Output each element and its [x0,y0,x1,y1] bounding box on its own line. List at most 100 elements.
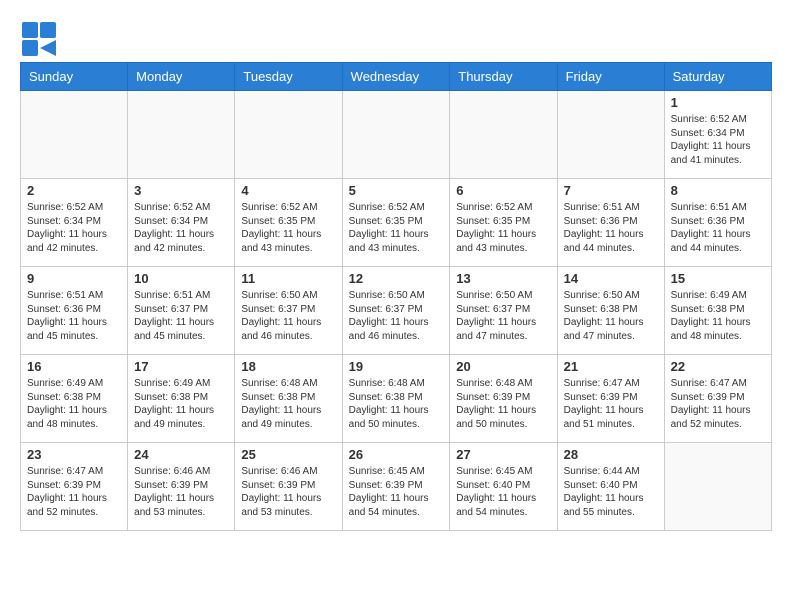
day-info: Sunrise: 6:47 AM Sunset: 6:39 PM Dayligh… [671,377,765,431]
week-row-4: 16 Sunrise: 6:49 AM Sunset: 6:38 PM Dayli… [21,355,772,443]
day-header-tuesday: Tuesday [235,63,342,91]
day-number: 9 [27,271,121,286]
week-row-5: 23 Sunrise: 6:47 AM Sunset: 6:39 PM Dayli… [21,443,772,531]
day-info: Sunrise: 6:51 AM Sunset: 6:36 PM Dayligh… [564,201,658,255]
day-info: Sunrise: 6:48 AM Sunset: 6:38 PM Dayligh… [241,377,335,431]
calendar-cell: 3 Sunrise: 6:52 AM Sunset: 6:34 PM Daylig… [128,179,235,267]
day-number: 7 [564,183,658,198]
calendar-cell: 20 Sunrise: 6:48 AM Sunset: 6:39 PM Dayli… [450,355,557,443]
day-number: 27 [456,447,550,462]
calendar-header-row: SundayMondayTuesdayWednesdayThursdayFrid… [21,63,772,91]
calendar: SundayMondayTuesdayWednesdayThursdayFrid… [20,62,772,531]
week-row-3: 9 Sunrise: 6:51 AM Sunset: 6:36 PM Daylig… [21,267,772,355]
day-number: 18 [241,359,335,374]
calendar-cell: 14 Sunrise: 6:50 AM Sunset: 6:38 PM Dayli… [557,267,664,355]
day-header-saturday: Saturday [664,63,771,91]
day-info: Sunrise: 6:47 AM Sunset: 6:39 PM Dayligh… [27,465,121,519]
calendar-cell: 1 Sunrise: 6:52 AM Sunset: 6:34 PM Daylig… [664,91,771,179]
calendar-cell: 12 Sunrise: 6:50 AM Sunset: 6:37 PM Dayli… [342,267,450,355]
calendar-cell: 4Sunrise: 6:52 AM Sunset: 6:35 PM Daylig… [235,179,342,267]
calendar-cell: 26 Sunrise: 6:45 AM Sunset: 6:39 PM Dayli… [342,443,450,531]
day-info: Sunrise: 6:49 AM Sunset: 6:38 PM Dayligh… [671,289,765,343]
day-info: Sunrise: 6:50 AM Sunset: 6:38 PM Dayligh… [564,289,658,343]
day-info: Sunrise: 6:52 AM Sunset: 6:35 PM Dayligh… [349,201,444,255]
calendar-cell: 13 Sunrise: 6:50 AM Sunset: 6:37 PM Dayli… [450,267,557,355]
calendar-cell [342,91,450,179]
day-number: 28 [564,447,658,462]
page-header [20,20,772,58]
calendar-cell: 9 Sunrise: 6:51 AM Sunset: 6:36 PM Daylig… [21,267,128,355]
calendar-cell: 5 Sunrise: 6:52 AM Sunset: 6:35 PM Daylig… [342,179,450,267]
day-number: 23 [27,447,121,462]
day-number: 11 [241,271,335,286]
day-number: 13 [456,271,550,286]
day-info: Sunrise: 6:45 AM Sunset: 6:39 PM Dayligh… [349,465,444,519]
calendar-cell [450,91,557,179]
day-number: 12 [349,271,444,286]
day-info: Sunrise: 6:50 AM Sunset: 6:37 PM Dayligh… [349,289,444,343]
calendar-cell: 25 Sunrise: 6:46 AM Sunset: 6:39 PM Dayli… [235,443,342,531]
day-info: Sunrise: 6:52 AM Sunset: 6:34 PM Dayligh… [27,201,121,255]
calendar-cell: 2 Sunrise: 6:52 AM Sunset: 6:34 PM Daylig… [21,179,128,267]
day-number: 22 [671,359,765,374]
calendar-cell [557,91,664,179]
day-info: Sunrise: 6:48 AM Sunset: 6:38 PM Dayligh… [349,377,444,431]
day-number: 15 [671,271,765,286]
day-number: 5 [349,183,444,198]
day-info: Sunrise: 6:51 AM Sunset: 6:36 PM Dayligh… [671,201,765,255]
day-number: 19 [349,359,444,374]
day-number: 3 [134,183,228,198]
day-number: 25 [241,447,335,462]
day-number: 1 [671,95,765,110]
day-number: 6 [456,183,550,198]
calendar-cell: 15 Sunrise: 6:49 AM Sunset: 6:38 PM Dayli… [664,267,771,355]
logo-icon [20,20,58,58]
day-info: Sunrise: 6:52 AM Sunset: 6:34 PM Dayligh… [134,201,228,255]
calendar-cell: 6 Sunrise: 6:52 AM Sunset: 6:35 PM Daylig… [450,179,557,267]
day-info: Sunrise: 6:52 AM Sunset: 6:35 PM Dayligh… [456,201,550,255]
calendar-cell: 21Sunrise: 6:47 AM Sunset: 6:39 PM Dayli… [557,355,664,443]
day-number: 16 [27,359,121,374]
day-number: 20 [456,359,550,374]
day-info: Sunrise: 6:48 AM Sunset: 6:39 PM Dayligh… [456,377,550,431]
day-info: Sunrise: 6:51 AM Sunset: 6:36 PM Dayligh… [27,289,121,343]
day-info: Sunrise: 6:50 AM Sunset: 6:37 PM Dayligh… [241,289,335,343]
day-header-sunday: Sunday [21,63,128,91]
day-number: 14 [564,271,658,286]
day-info: Sunrise: 6:47 AM Sunset: 6:39 PM Dayligh… [564,377,658,431]
day-number: 10 [134,271,228,286]
day-info: Sunrise: 6:52 AM Sunset: 6:34 PM Dayligh… [671,113,765,167]
day-info: Sunrise: 6:46 AM Sunset: 6:39 PM Dayligh… [134,465,228,519]
day-info: Sunrise: 6:49 AM Sunset: 6:38 PM Dayligh… [134,377,228,431]
day-number: 2 [27,183,121,198]
day-header-thursday: Thursday [450,63,557,91]
day-number: 4 [241,183,335,198]
day-header-monday: Monday [128,63,235,91]
calendar-cell: 11 Sunrise: 6:50 AM Sunset: 6:37 PM Dayli… [235,267,342,355]
calendar-cell [21,91,128,179]
calendar-cell [128,91,235,179]
calendar-cell: 7 Sunrise: 6:51 AM Sunset: 6:36 PM Daylig… [557,179,664,267]
day-header-wednesday: Wednesday [342,63,450,91]
calendar-cell: 16Sunrise: 6:49 AM Sunset: 6:38 PM Dayli… [21,355,128,443]
day-info: Sunrise: 6:50 AM Sunset: 6:37 PM Dayligh… [456,289,550,343]
logo [20,20,60,58]
calendar-cell [235,91,342,179]
day-number: 17 [134,359,228,374]
calendar-cell: 8 Sunrise: 6:51 AM Sunset: 6:36 PM Daylig… [664,179,771,267]
day-number: 24 [134,447,228,462]
day-info: Sunrise: 6:46 AM Sunset: 6:39 PM Dayligh… [241,465,335,519]
calendar-cell: 19 Sunrise: 6:48 AM Sunset: 6:38 PM Dayli… [342,355,450,443]
calendar-cell: 28 Sunrise: 6:44 AM Sunset: 6:40 PM Dayli… [557,443,664,531]
calendar-cell: 27 Sunrise: 6:45 AM Sunset: 6:40 PM Dayli… [450,443,557,531]
day-info: Sunrise: 6:45 AM Sunset: 6:40 PM Dayligh… [456,465,550,519]
day-number: 8 [671,183,765,198]
calendar-cell [664,443,771,531]
calendar-cell: 18 Sunrise: 6:48 AM Sunset: 6:38 PM Dayli… [235,355,342,443]
day-number: 26 [349,447,444,462]
day-info: Sunrise: 6:44 AM Sunset: 6:40 PM Dayligh… [564,465,658,519]
calendar-cell: 22 Sunrise: 6:47 AM Sunset: 6:39 PM Dayli… [664,355,771,443]
day-info: Sunrise: 6:51 AM Sunset: 6:37 PM Dayligh… [134,289,228,343]
calendar-cell: 23 Sunrise: 6:47 AM Sunset: 6:39 PM Dayli… [21,443,128,531]
calendar-cell: 24 Sunrise: 6:46 AM Sunset: 6:39 PM Dayli… [128,443,235,531]
